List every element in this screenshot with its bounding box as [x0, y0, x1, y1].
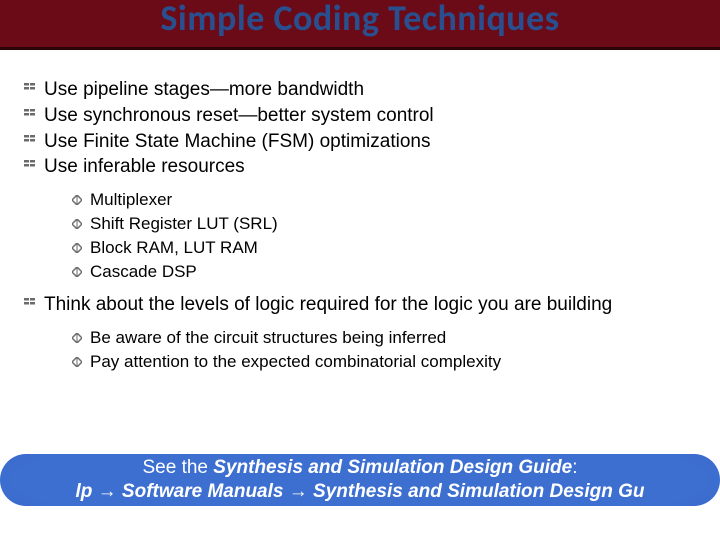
sub-bullet-text: Cascade DSP [90, 261, 197, 283]
diamond-bullet-icon [72, 261, 82, 283]
content-area: Use pipeline stages—more bandwidth Use s… [0, 50, 720, 373]
sub-bullet-item: Shift Register LUT (SRL) [72, 213, 696, 235]
footer-em: Software Manuals [117, 481, 289, 502]
bullet-item: Think about the levels of logic required… [24, 293, 696, 317]
sub-bullet-item: Block RAM, LUT RAM [72, 237, 696, 259]
sub-bullet-text: Pay attention to the expected combinator… [90, 351, 501, 373]
footer-em: Synthesis and Simulation Design Gu [308, 481, 645, 502]
grid-bullet-icon [24, 293, 36, 317]
footer-line-2: lp → Software Manuals → Synthesis and Si… [0, 480, 720, 504]
sub-bullet-text: Multiplexer [90, 189, 172, 211]
arrow-icon: → [98, 481, 117, 502]
grid-bullet-icon [24, 155, 36, 179]
footer-em: Synthesis and Simulation Design Guide [213, 457, 572, 478]
bullet-text: Use synchronous reset—better system cont… [44, 104, 434, 128]
title-band: Simple Coding Techniques [0, 0, 720, 50]
arrow-icon: → [289, 481, 308, 502]
bullet-item: Use inferable resources [24, 155, 696, 179]
slide-title: Simple Coding Techniques [0, 0, 720, 40]
diamond-bullet-icon [72, 189, 82, 211]
sub-bullet-text: Be aware of the circuit structures being… [90, 327, 446, 349]
grid-bullet-icon [24, 130, 36, 154]
sub-bullet-item: Cascade DSP [72, 261, 696, 283]
footer-em: lp [75, 481, 97, 502]
slide: Simple Coding Techniques Use pipeline st… [0, 0, 720, 540]
sub-bullet-item: Pay attention to the expected combinator… [72, 351, 696, 373]
sub-group: Multiplexer Shift Register LUT (SRL) Blo… [72, 189, 696, 283]
diamond-bullet-icon [72, 213, 82, 235]
bullet-text: Think about the levels of logic required… [44, 293, 612, 317]
footer-callout: See the Synthesis and Simulation Design … [0, 454, 720, 506]
diamond-bullet-icon [72, 237, 82, 259]
bullet-item: Use pipeline stages—more bandwidth [24, 78, 696, 102]
bullet-item: Use Finite State Machine (FSM) optimizat… [24, 130, 696, 154]
grid-bullet-icon [24, 104, 36, 128]
grid-bullet-icon [24, 78, 36, 102]
footer-text: See the [142, 457, 213, 478]
sub-bullet-item: Be aware of the circuit structures being… [72, 327, 696, 349]
diamond-bullet-icon [72, 351, 82, 373]
bullet-text: Use inferable resources [44, 155, 245, 179]
footer-line-1: See the Synthesis and Simulation Design … [0, 456, 720, 480]
diamond-bullet-icon [72, 327, 82, 349]
sub-bullet-item: Multiplexer [72, 189, 696, 211]
bullet-text: Use pipeline stages—more bandwidth [44, 78, 364, 102]
footer-text: : [572, 457, 577, 478]
bullet-text: Use Finite State Machine (FSM) optimizat… [44, 130, 430, 154]
sub-group: Be aware of the circuit structures being… [72, 327, 696, 373]
sub-bullet-text: Block RAM, LUT RAM [90, 237, 258, 259]
sub-bullet-text: Shift Register LUT (SRL) [90, 213, 278, 235]
bullet-item: Use synchronous reset—better system cont… [24, 104, 696, 128]
